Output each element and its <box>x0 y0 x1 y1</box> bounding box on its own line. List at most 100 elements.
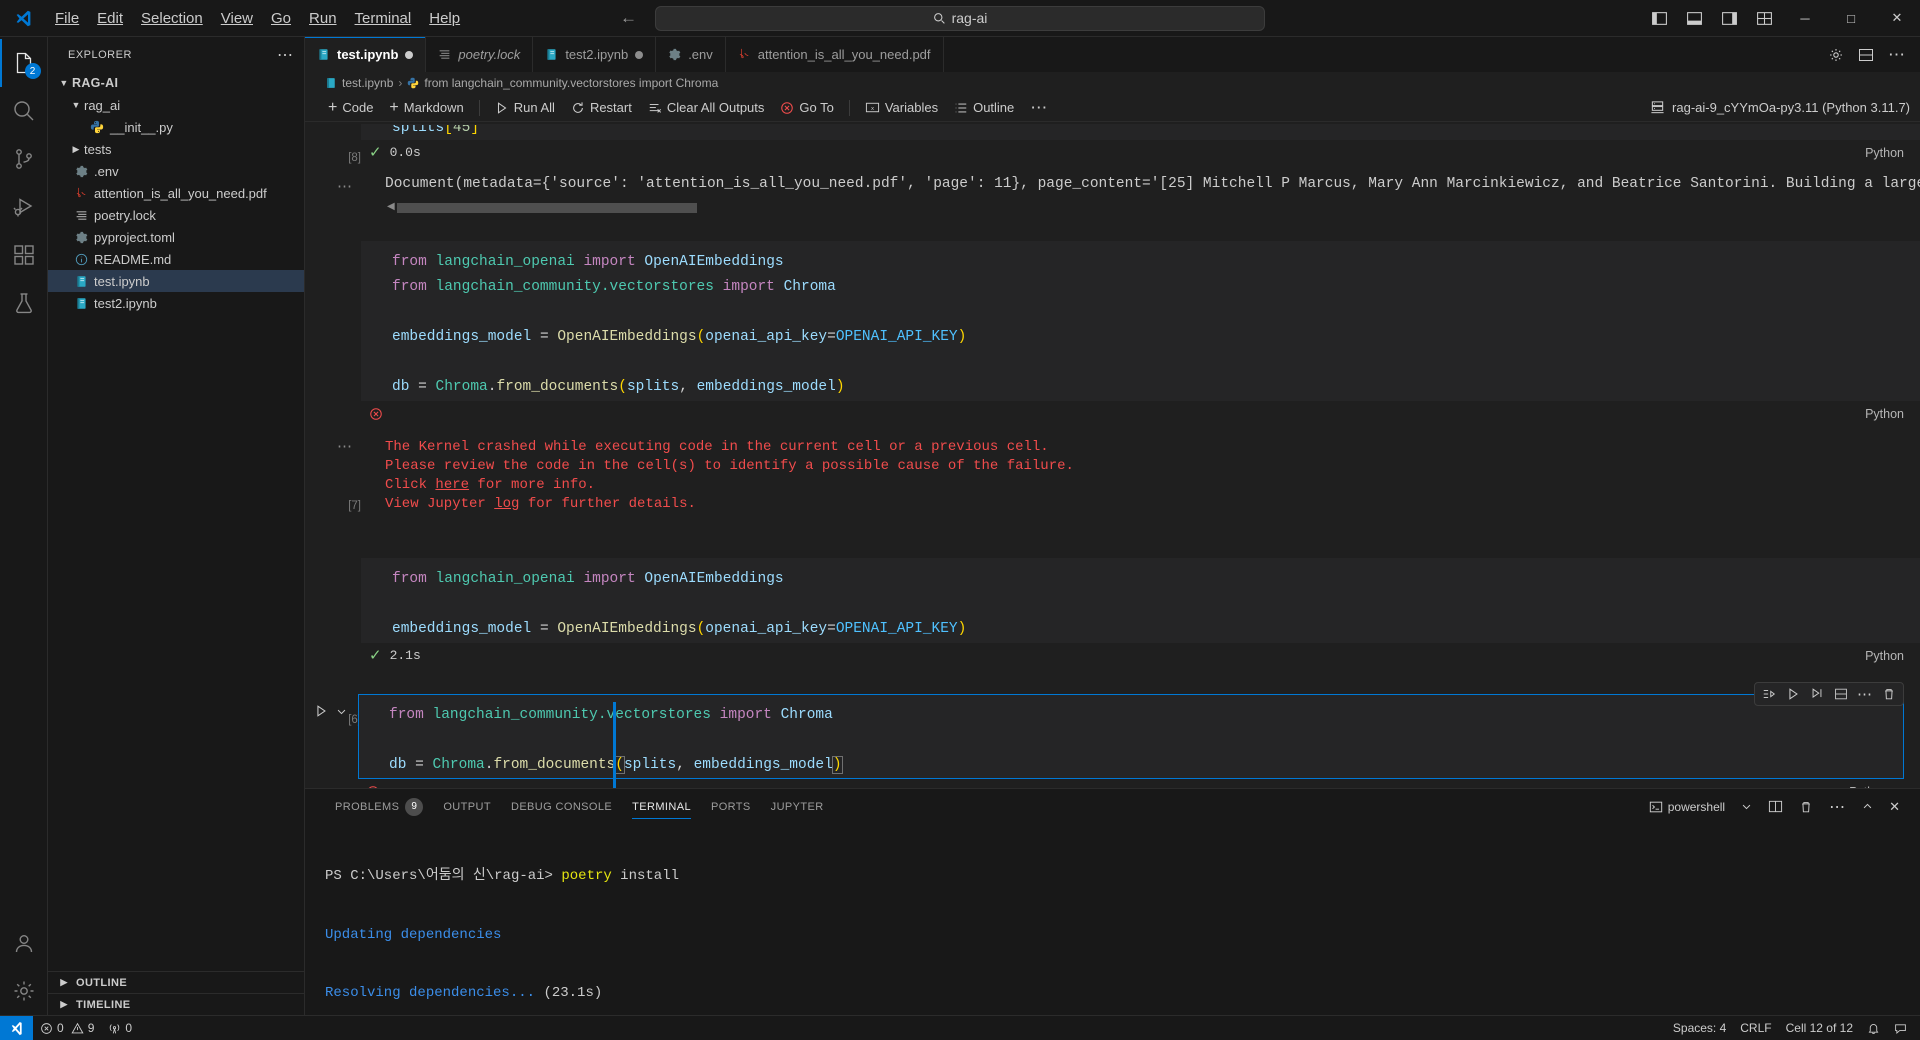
activitybar-item-accounts[interactable] <box>0 919 48 967</box>
notebook-settings-gear-icon[interactable] <box>1828 47 1844 63</box>
status-line-endings[interactable]: CRLF <box>1733 1016 1778 1040</box>
tree-item-attention-pdf[interactable]: attention_is_all_you_need.pdf <box>48 182 304 204</box>
notebook-cell-splits[interactable]: splits[45] ✓ 0.0s Python <box>305 124 1920 165</box>
clear-all-outputs-button[interactable]: Clear All Outputs <box>641 97 772 118</box>
tree-item-tests-folder[interactable]: ▶ tests <box>48 138 304 160</box>
activitybar-item-extensions[interactable] <box>0 231 48 279</box>
status-indentation[interactable]: Spaces: 4 <box>1666 1016 1733 1040</box>
split-terminal-button[interactable] <box>1762 796 1789 817</box>
cell-hover-toolbar[interactable]: ⋯ <box>1754 682 1904 706</box>
menu-item-selection[interactable]: Selection <box>132 6 212 31</box>
status-notifications[interactable] <box>1860 1016 1887 1040</box>
tree-item-poetry-lock[interactable]: poetry.lock <box>48 204 304 226</box>
panel-tab-output[interactable]: OUTPUT <box>433 789 501 824</box>
execute-cell-icon[interactable] <box>1782 684 1804 704</box>
menu-item-edit[interactable]: Edit <box>88 6 132 31</box>
activitybar-item-source-control[interactable] <box>0 135 48 183</box>
editor-tab-attention-pdf[interactable]: attention_is_all_you_need.pdf <box>725 37 944 72</box>
cell-code-editor[interactable]: from langchain_openai import OpenAIEmbed… <box>361 558 1920 643</box>
variables-button[interactable]: x Variables <box>858 97 945 118</box>
panel-views-and-more-icon[interactable]: ⋯ <box>1823 794 1852 820</box>
toggle-primary-sidebar-icon[interactable] <box>1642 10 1677 27</box>
split-cell-icon[interactable] <box>1830 684 1852 704</box>
cell-code-editor[interactable]: from langchain_openai import OpenAIEmbed… <box>361 241 1920 401</box>
tree-item-readme-md[interactable]: README.md <box>48 248 304 270</box>
cell-language[interactable]: Python <box>1849 785 1904 789</box>
run-by-line-icon[interactable] <box>1758 684 1780 704</box>
cell-code-editor[interactable]: from langchain_community.vectorstores im… <box>358 694 1904 779</box>
kernel-picker[interactable]: rag-ai-9_cYYmOa-py3.11 (Python 3.11.7) <box>1640 97 1920 118</box>
cell-run-button[interactable] <box>305 694 336 788</box>
menu-item-terminal[interactable]: Terminal <box>346 6 421 31</box>
scroll-left-arrow-icon[interactable]: ◀ <box>387 201 395 212</box>
status-ports-forwarded[interactable]: 0 <box>101 1016 139 1040</box>
tree-item-pyproject-toml[interactable]: pyproject.toml <box>48 226 304 248</box>
tree-item-rag-ai-root[interactable]: ▼ RAG-AI <box>48 72 304 94</box>
breadcrumb-file[interactable]: test.ipynb <box>342 76 393 90</box>
tree-item-init-py[interactable]: __init__.py <box>48 116 304 138</box>
toggle-secondary-sidebar-icon[interactable] <box>1712 10 1747 27</box>
tree-item-test-ipynb[interactable]: test.ipynb <box>48 270 304 292</box>
tree-item-rag_ai-folder[interactable]: ▼ rag_ai <box>48 94 304 116</box>
cell-language[interactable]: Python <box>1865 407 1920 421</box>
unsaved-indicator-icon[interactable] <box>405 50 414 59</box>
notebook-cells-container[interactable]: splits[45] ✓ 0.0s Python [8] ⋯ Document(… <box>305 122 1920 788</box>
status-cell-position[interactable]: Cell 12 of 12 <box>1779 1016 1860 1040</box>
sidebar-section-outline[interactable]: ▶ OUTLINE <box>48 971 304 993</box>
status-errors-warnings[interactable]: 0 9 <box>33 1016 101 1040</box>
unsaved-indicator-icon[interactable] <box>635 50 644 59</box>
window-minimize-button[interactable]: ─ <box>1782 0 1828 37</box>
menu-item-help[interactable]: Help <box>420 6 469 31</box>
restart-kernel-button[interactable]: Restart <box>564 97 639 118</box>
editor-more-actions-icon[interactable]: ⋯ <box>1888 45 1906 65</box>
breadcrumb-symbol[interactable]: from langchain_community.vectorstores im… <box>424 76 718 90</box>
notebook-more-actions-icon[interactable]: ⋯ <box>1023 96 1055 119</box>
cell-more-actions-icon[interactable]: ⋯ <box>1854 684 1876 704</box>
outline-button[interactable]: Outline <box>947 97 1021 118</box>
activitybar-item-explorer[interactable]: 2 <box>0 39 48 87</box>
go-back-icon[interactable]: ← <box>620 8 637 28</box>
window-close-button[interactable]: ✕ <box>1874 0 1920 37</box>
panel-tab-debug-console[interactable]: DEBUG CONSOLE <box>501 789 622 824</box>
editor-tab-env[interactable]: .env <box>656 37 726 72</box>
run-all-button[interactable]: Run All <box>488 97 562 118</box>
split-editor-icon[interactable] <box>1858 47 1874 63</box>
status-feedback[interactable] <box>1887 1016 1914 1040</box>
panel-tab-terminal[interactable]: TERMINAL <box>622 789 701 824</box>
scrollbar-thumb[interactable] <box>397 203 697 213</box>
remote-indicator-button[interactable] <box>0 1015 33 1040</box>
menu-item-run[interactable]: Run <box>300 6 346 31</box>
cell-language[interactable]: Python <box>1865 649 1920 663</box>
panel-tab-ports[interactable]: PORTS <box>701 789 761 824</box>
maximize-panel-button[interactable] <box>1856 798 1879 815</box>
cell-language[interactable]: Python <box>1865 146 1920 160</box>
menu-bar[interactable]: File Edit Selection View Go Run Terminal… <box>46 6 469 31</box>
cell-code-editor[interactable]: splits[45] <box>361 124 1920 140</box>
add-markdown-cell-button[interactable]: + Markdown <box>382 97 470 119</box>
terminal-output[interactable]: PS C:\Users\어둠의 신\rag-ai> poetry install… <box>305 824 1920 1015</box>
menu-item-go[interactable]: Go <box>262 6 300 31</box>
editor-tab-test2-ipynb[interactable]: test2.ipynb <box>533 37 657 72</box>
log-link[interactable]: log <box>494 496 519 512</box>
output-horizontal-scrollbar[interactable]: ◀ <box>387 201 1920 213</box>
output-overflow-icon[interactable]: ⋯ <box>305 171 361 213</box>
menu-item-file[interactable]: File <box>46 6 88 31</box>
new-terminal-dropdown-button[interactable] <box>1735 798 1758 815</box>
sidebar-section-timeline[interactable]: ▶ TIMELINE <box>48 993 304 1015</box>
close-panel-button[interactable]: ✕ <box>1883 796 1906 818</box>
activitybar-item-manage-gear-icon[interactable] <box>0 967 48 1015</box>
editor-tab-test-ipynb[interactable]: test.ipynb <box>305 37 427 72</box>
terminal-shell-selector[interactable]: powershell <box>1643 797 1731 817</box>
command-center-search[interactable]: rag-ai <box>655 5 1265 31</box>
sidebar-more-actions-icon[interactable]: ⋯ <box>277 45 294 65</box>
cell-collapse-chevron-icon[interactable] <box>336 694 358 788</box>
menu-item-view[interactable]: View <box>212 6 262 31</box>
editor-tab-poetry-lock[interactable]: poetry.lock <box>426 37 534 72</box>
window-maximize-button[interactable]: □ <box>1828 0 1874 37</box>
notebook-cell-embeddings-only[interactable]: from langchain_openai import OpenAIEmbed… <box>305 558 1920 668</box>
notebook-cell-embeddings-chroma[interactable]: from langchain_openai import OpenAIEmbed… <box>305 241 1920 426</box>
activitybar-item-testing[interactable] <box>0 279 48 327</box>
customize-layout-icon[interactable] <box>1747 10 1782 27</box>
toggle-panel-icon[interactable] <box>1677 10 1712 27</box>
execute-above-cells-icon[interactable] <box>1806 684 1828 704</box>
